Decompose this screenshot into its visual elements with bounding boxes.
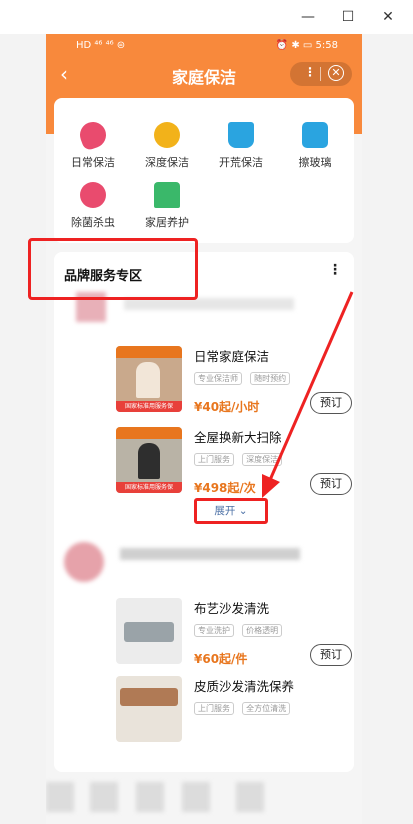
annotation-arrow: [262, 291, 354, 498]
arrow-line: [268, 291, 354, 481]
